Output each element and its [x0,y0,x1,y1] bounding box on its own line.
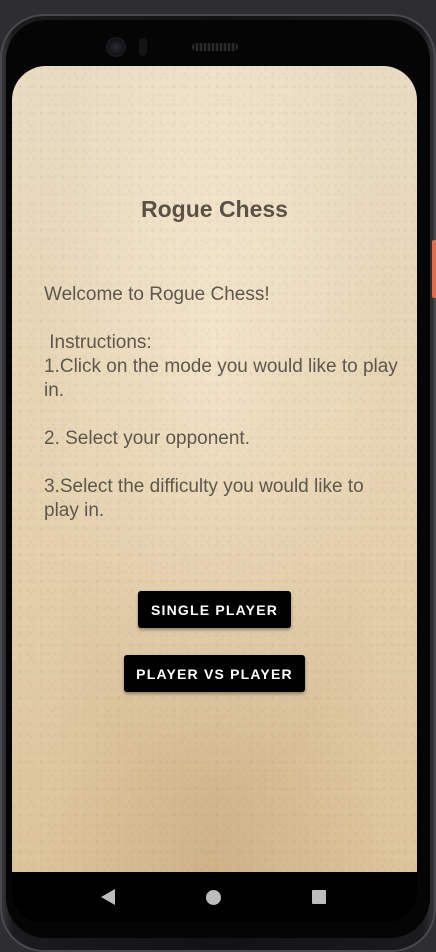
instructions-text: Welcome to Rogue Chess! Instructions: 1.… [44,283,399,523]
welcome-text: Welcome to Rogue Chess! [44,284,270,305]
app-screen: Rogue Chess Welcome to Rogue Chess! Inst… [12,66,417,872]
instruction-step-3: 3.Select the difficulty you would like t… [44,476,369,521]
front-camera-icon [108,39,124,55]
system-nav-bar [12,872,417,922]
home-icon[interactable] [206,890,221,905]
earpiece-speaker-icon [192,43,238,51]
proximity-sensor-icon [139,38,147,56]
back-icon[interactable] [101,889,115,905]
instructions-heading: Instructions: [44,332,152,353]
instruction-step-2: 2. Select your opponent. [44,428,250,449]
power-button [432,240,436,298]
instruction-step-1: 1.Click on the mode you would like to pl… [44,356,404,401]
page-title: Rogue Chess [141,196,288,222]
player-vs-player-button[interactable]: PLAYER VS PLAYER [124,655,305,692]
single-player-button[interactable]: SINGLE PLAYER [138,591,291,628]
recents-icon[interactable] [312,890,326,904]
device-frame: Rogue Chess Welcome to Rogue Chess! Inst… [0,0,436,952]
